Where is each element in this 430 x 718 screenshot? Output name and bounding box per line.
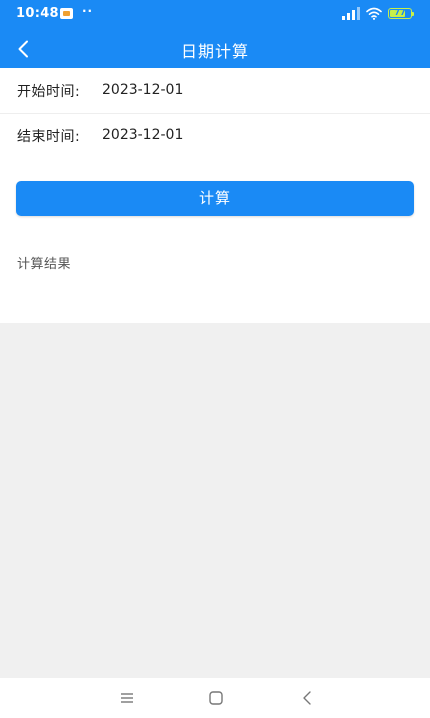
end-time-label: 结束时间:	[17, 129, 81, 145]
page-title: 日期计算	[180, 42, 249, 61]
end-time-input[interactable]	[96, 119, 308, 151]
battery-icon: 77	[388, 8, 414, 19]
status-dots: ··	[82, 4, 94, 18]
menu-icon[interactable]	[116, 689, 138, 707]
battery-tip	[412, 11, 414, 16]
status-time: 10:48	[16, 6, 59, 21]
start-time-label: 开始时间:	[17, 84, 81, 100]
start-time-row: 开始时间:	[0, 68, 430, 114]
wifi-icon	[366, 7, 382, 20]
home-icon[interactable]	[205, 689, 227, 707]
signal-icon	[342, 7, 360, 20]
result-label: 计算结果	[17, 257, 72, 272]
content-panel: 开始时间: 结束时间: 计算 计算结果	[0, 68, 430, 323]
battery-level: 77	[394, 8, 406, 17]
calculate-button[interactable]: 计算	[16, 181, 414, 216]
end-time-row: 结束时间:	[0, 113, 430, 158]
navigation-bar	[0, 678, 430, 718]
app-bar: 日期计算	[0, 30, 430, 68]
status-bar: 10:48 ·· 77	[0, 0, 430, 30]
notification-icon	[60, 8, 73, 19]
start-time-input[interactable]	[96, 74, 308, 106]
back-icon[interactable]	[296, 689, 318, 707]
